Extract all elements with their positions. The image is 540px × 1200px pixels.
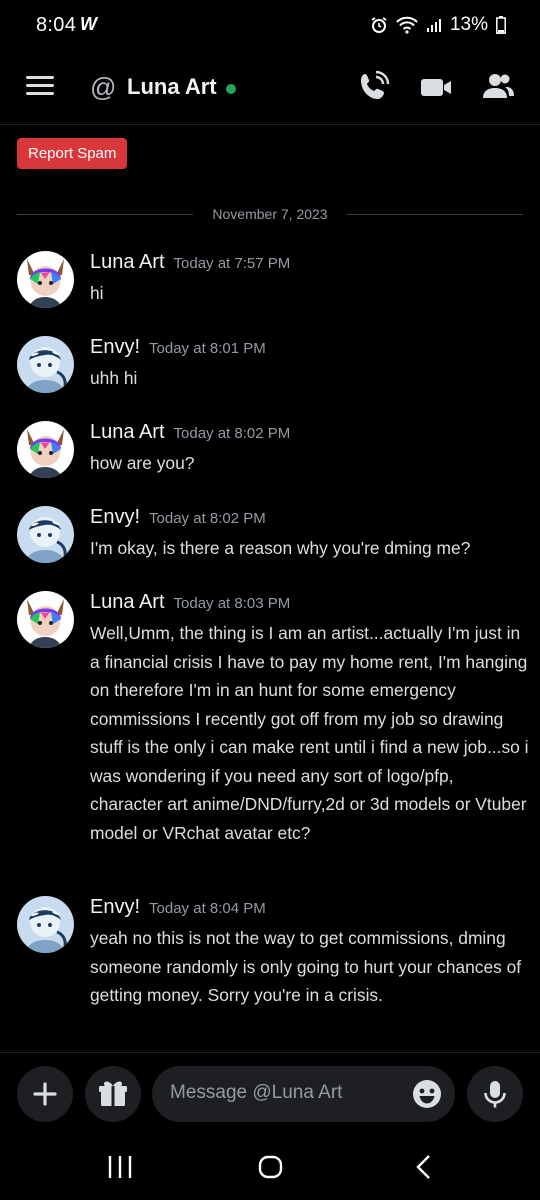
luna-art-avatar[interactable] [17,251,74,308]
hamburger-menu-icon[interactable] [26,76,54,98]
envy-avatar[interactable] [17,336,74,393]
emoji-icon[interactable] [411,1078,443,1110]
online-status-dot [226,84,236,94]
message-timestamp: Today at 8:01 PM [149,340,266,357]
message-input-placeholder: Message @Luna Art [170,1082,343,1103]
message-content: hi [90,283,104,303]
alarm-icon [371,17,387,33]
gift-button[interactable] [85,1066,141,1122]
app-notification-icon: W [80,14,97,34]
add-attachment-button[interactable] [17,1066,73,1122]
gift-icon [99,1081,127,1106]
status-bar: 8:04 W 13% [0,0,540,52]
message-composer: Message @Luna Art [0,1052,540,1135]
message-content: I'm okay, is there a reason why you're d… [90,538,471,558]
message-author[interactable]: Luna Art [90,591,165,613]
plus-icon [33,1082,57,1106]
wifi-icon [396,16,418,34]
back-icon[interactable] [410,1152,440,1182]
channel-header: @ Luna Art [0,52,540,125]
message-author[interactable]: Envy! [90,896,140,918]
member-list-icon[interactable] [481,70,517,106]
message-author[interactable]: Luna Art [90,251,165,273]
channel-title[interactable]: Luna Art [127,74,217,100]
message-author[interactable]: Envy! [90,336,140,358]
home-icon[interactable] [256,1152,286,1182]
voice-message-button[interactable] [467,1066,523,1122]
system-navigation-bar [0,1134,540,1200]
battery-percent: 13% [449,14,488,35]
message-timestamp: Today at 8:03 PM [173,595,291,612]
date-divider-label: November 7, 2023 [212,206,328,222]
video-call-icon[interactable] [419,70,455,106]
message-content: Well,Umm, the thing is I am an artist...… [90,623,529,843]
at-icon: @ [90,72,117,102]
battery-icon [496,16,506,34]
message-content: uhh hi [90,368,138,388]
luna-art-avatar[interactable] [17,591,74,648]
microphone-icon [484,1081,506,1108]
envy-avatar[interactable] [17,506,74,563]
report-spam-button[interactable]: Report Spam [17,138,128,169]
message-author[interactable]: Luna Art [90,421,165,443]
message-author[interactable]: Envy! [90,506,140,528]
envy-avatar[interactable] [17,896,74,953]
voice-call-icon[interactable] [356,70,392,106]
luna-art-avatar[interactable] [17,421,74,478]
status-icons: 13% [370,14,506,36]
message-input[interactable]: Message @Luna Art [152,1066,455,1122]
message-timestamp: Today at 7:57 PM [173,255,291,272]
message-timestamp: Today at 8:02 PM [173,425,291,442]
status-time: 8:04 [36,14,77,36]
message-content: how are you? [90,453,195,473]
date-divider: November 7, 2023 [17,205,523,225]
message-content: yeah no this is not the way to get commi… [90,928,522,1005]
signal-icon [426,19,441,32]
recent-apps-icon[interactable] [105,1152,135,1182]
message-timestamp: Today at 8:02 PM [149,510,266,527]
message-timestamp: Today at 8:04 PM [149,900,266,917]
